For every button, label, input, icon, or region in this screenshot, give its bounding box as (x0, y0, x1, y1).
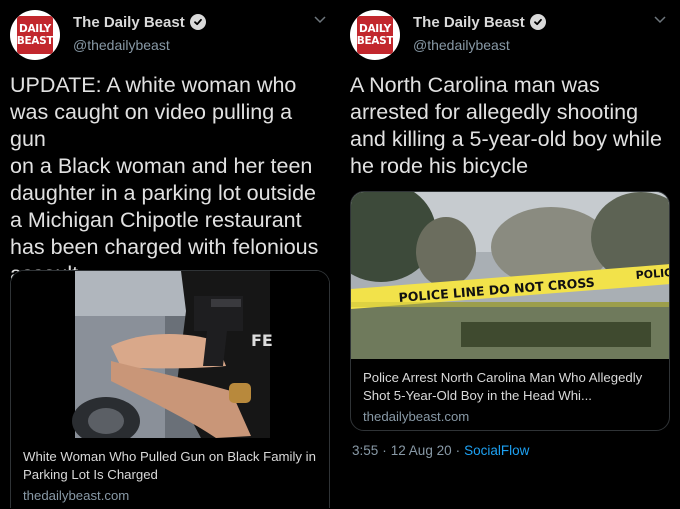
meta-separator: · (455, 443, 461, 458)
tweet-text: UPDATE: A white woman who was caught on … (10, 73, 319, 286)
daily-beast-logo: DAILY BEAST (356, 16, 394, 54)
tweet[interactable]: DAILY BEAST The Daily Beast @thedailybea… (340, 0, 680, 509)
tweet[interactable]: DAILY BEAST The Daily Beast @thedailybea… (0, 0, 340, 509)
logo-text-line-2: BEAST (16, 35, 54, 47)
verified-badge-icon (529, 14, 546, 30)
tweet-source-link[interactable]: SocialFlow (464, 443, 529, 458)
card-domain[interactable]: thedailybeast.com (23, 486, 317, 506)
card-domain[interactable]: thedailybeast.com (363, 407, 657, 427)
display-name[interactable]: The Daily Beast (413, 14, 525, 31)
link-card[interactable]: FE White Woman Who Pulled Gun on Black F… (10, 270, 330, 508)
avatar[interactable]: DAILY BEAST (350, 10, 400, 60)
woman-with-gun-photo: FE (11, 271, 329, 438)
card-title[interactable]: Police Arrest North Carolina Man Who All… (363, 369, 657, 405)
tweet-time[interactable]: 3:55 (352, 443, 378, 458)
verified-badge-icon (189, 14, 206, 30)
logo-text-line-1: DAILY (359, 23, 391, 35)
police-tape-photo: POLICE LINE DO NOT CROSS POLIC (351, 192, 669, 359)
handle[interactable]: @thedailybeast (413, 37, 510, 53)
tweet-date[interactable]: 12 Aug 20 (391, 443, 452, 458)
svg-text:FE: FE (251, 331, 273, 350)
logo-text-line-2: BEAST (356, 35, 394, 47)
meta-separator: · (382, 443, 387, 458)
avatar[interactable]: DAILY BEAST (10, 10, 60, 60)
card-image: POLICE LINE DO NOT CROSS POLIC (351, 192, 669, 359)
tweet-header: DAILY BEAST The Daily Beast @thedailybea… (10, 10, 330, 60)
display-name[interactable]: The Daily Beast (73, 14, 185, 31)
police-tape-text-2: POLIC (635, 266, 669, 282)
logo-text-line-1: DAILY (19, 23, 51, 35)
tweet-text: A North Carolina man was arrested for al… (350, 73, 662, 178)
card-image: FE (11, 271, 329, 438)
tweet-meta: 3:55 · 12 Aug 20 · SocialFlow (352, 443, 529, 458)
tweet-header: DAILY BEAST The Daily Beast @thedailybea… (350, 10, 670, 60)
card-title[interactable]: White Woman Who Pulled Gun on Black Fami… (23, 448, 317, 484)
link-card[interactable]: POLICE LINE DO NOT CROSS POLIC Police Ar… (350, 191, 670, 431)
handle[interactable]: @thedailybeast (73, 37, 170, 53)
daily-beast-logo: DAILY BEAST (16, 16, 54, 54)
chevron-down-icon[interactable] (312, 14, 328, 26)
chevron-down-icon[interactable] (652, 14, 668, 26)
